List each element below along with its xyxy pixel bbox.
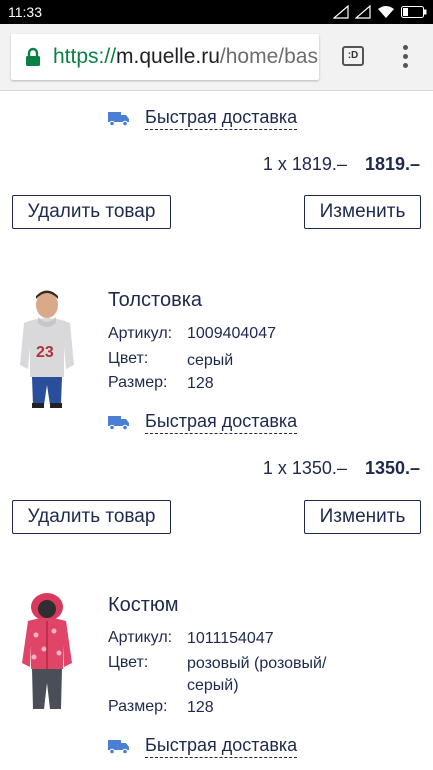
status-icons xyxy=(333,3,427,21)
lock-icon xyxy=(26,47,40,66)
product-image-suit xyxy=(22,593,72,709)
battery-icon xyxy=(401,6,427,18)
tabs-button[interactable]: :D xyxy=(342,46,364,66)
product-name[interactable]: Толстовка xyxy=(108,289,202,312)
article-value: 1009404047 xyxy=(187,325,276,342)
size-label: Размер: xyxy=(108,698,168,715)
color-label: Цвет: xyxy=(108,350,149,367)
delivery-row: Быстрая доставка xyxy=(108,105,298,131)
status-time: 11:33 xyxy=(8,4,42,20)
color-value-line2: серый) xyxy=(187,677,239,694)
article-label: Артикул: xyxy=(108,325,173,342)
item-total: 1819.– xyxy=(364,154,420,174)
size-label: Размер: xyxy=(108,374,168,391)
size-value: 128 xyxy=(187,375,214,392)
size-value: 128 xyxy=(187,699,214,716)
change-item-button[interactable]: Изменить xyxy=(304,195,421,229)
truck-icon xyxy=(108,111,129,126)
address-bar[interactable]: https://m.quelle.ru/home/bask xyxy=(11,34,319,80)
color-value: серый xyxy=(187,352,234,369)
url-path: /home/bask xyxy=(219,45,319,68)
delete-item-button[interactable]: Удалить товар xyxy=(12,500,171,534)
delivery-row: Быстрая доставка xyxy=(108,733,298,759)
article-value: 1011154047 xyxy=(187,630,274,647)
signal-icon xyxy=(333,5,349,19)
delivery-link[interactable]: Быстрая доставка xyxy=(145,411,298,434)
menu-dots-icon[interactable] xyxy=(398,45,412,71)
delivery-link[interactable]: Быстрая доставка xyxy=(145,735,298,758)
price-row: 1 x 1350.– 1350.– xyxy=(263,458,420,482)
delivery-row: Быстрая доставка xyxy=(108,409,298,435)
url-text: https://m.quelle.ru/home/bask xyxy=(53,45,319,69)
delete-item-button[interactable]: Удалить товар xyxy=(12,195,171,229)
color-value-line1: розовый (розовый/ xyxy=(187,655,327,672)
url-scheme: https:// xyxy=(53,45,117,68)
article-label: Артикул: xyxy=(108,629,173,646)
delivery-link[interactable]: Быстрая доставка xyxy=(145,107,298,130)
truck-icon xyxy=(108,415,129,430)
cart-page: Быстрая доставка 1 x 1819.– 1819.– Удалит… xyxy=(0,91,433,770)
change-item-button[interactable]: Изменить xyxy=(304,500,421,534)
wifi-icon xyxy=(378,6,394,18)
status-bar: 11:33 xyxy=(0,0,433,24)
quantity-price: 1 x 1819.– xyxy=(262,154,347,174)
quantity-price: 1 x 1350.– xyxy=(262,458,347,478)
url-host: m.quelle.ru xyxy=(116,45,220,68)
product-image-sweatshirt: 23 xyxy=(20,290,74,408)
signal-icon-2 xyxy=(355,5,371,19)
browser-toolbar: https://m.quelle.ru/home/bask :D xyxy=(0,24,433,91)
svg-text:23: 23 xyxy=(36,344,54,361)
color-label: Цвет: xyxy=(108,654,149,671)
price-row: 1 x 1819.– 1819.– xyxy=(263,154,420,178)
product-name[interactable]: Костюм xyxy=(108,594,178,617)
item-total: 1350.– xyxy=(364,458,420,478)
truck-icon xyxy=(108,739,129,754)
